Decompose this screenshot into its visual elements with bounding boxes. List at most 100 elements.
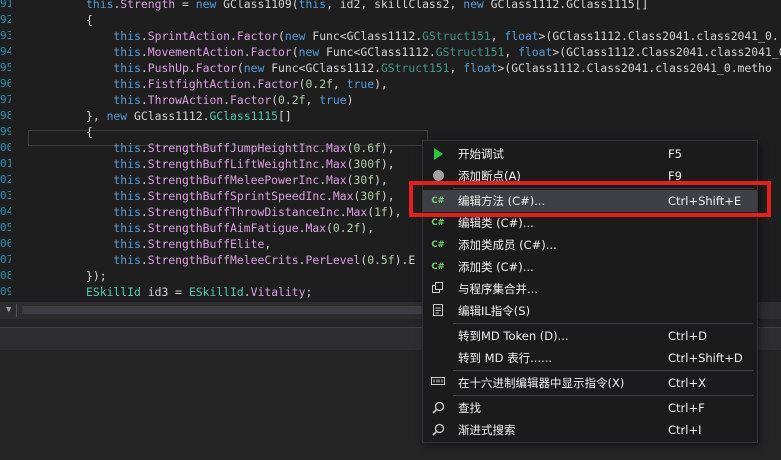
code-line[interactable]: 95 this.PushUp.Factor(new Func<GClass111… [0,60,781,76]
code-text: this.PushUp.Factor(new Func<GClass1112.G… [86,61,772,75]
scrollbar-thumb[interactable] [22,306,422,314]
play-icon [423,143,453,165]
code-text: this.StrengthBuffMeleePowerInc.Max(30f), [86,173,388,187]
code-text: this.Strength = new GClass1109(this, id2… [86,0,649,11]
menu-item-incremental-search[interactable]: 渐进式搜索 Ctrl+I [423,419,757,441]
context-menu: 开始调试 F5 添加断点(A) F9 C# 编辑方法 (C#)... Ctrl+Shift+… [422,140,758,443]
menu-item-label: 编辑IL指令(S) [458,304,531,318]
line-number: 96 [0,77,11,90]
scrollbar-divider [16,304,17,317]
merge-icon [431,282,445,296]
line-number: 98 [0,109,11,122]
code-text: this.SprintAction.Factor(new Func<GClass… [86,29,779,43]
csharp-icon: C# [431,262,445,272]
code-text: this.StrengthBuffThrowDistanceInc.Max(1f… [86,205,402,219]
menu-item-label: 查找 [458,401,481,415]
code-line[interactable]: 99 { [0,124,781,140]
menu-item-label: 与程序集合并... [458,282,538,296]
line-number: 02 [0,173,11,186]
search-icon [431,401,445,415]
code-text: this.StrengthBuffLiftWeightInc.Max(300f)… [86,157,395,171]
code-text: this.MovementAction.Factor(new Func<GCla… [86,45,781,59]
menu-item-edit-il[interactable]: 编辑IL指令(S) [423,300,757,322]
line-number: 07 [0,253,11,266]
menu-separator [453,188,753,189]
code-text: this.FistfightAction.Factor(0.2f, true), [86,77,388,91]
menu-item-find[interactable]: 查找 Ctrl+F [423,397,757,419]
code-line[interactable]: 92 { [0,12,781,28]
code-text: }); [86,269,107,283]
breakpoint-icon [423,165,453,187]
code-line[interactable]: 93 this.SprintAction.Factor(new Func<GCl… [0,28,781,44]
menu-item-label: 转到 MD 表行...... [458,351,553,365]
menu-item-shortcut: Ctrl+Shift+E [668,194,742,208]
menu-item-goto-md-token[interactable]: 转到MD Token (D)... Ctrl+D [423,325,757,347]
hex-icon [431,376,445,390]
menu-item-add-breakpoint[interactable]: 添加断点(A) F9 [423,165,757,187]
menu-item-label: 添加类成员 (C#)... [458,238,557,252]
code-text: this.StrengthBuffMeleeCrits.PerLevel(0.5… [86,253,416,267]
line-number: 04 [0,205,11,218]
menu-item-shortcut: Ctrl+Shift+D [668,351,743,365]
line-number: 06 [0,237,11,250]
menu-item-add-class[interactable]: C# 添加类 (C#)... [423,256,757,278]
il-icon [431,304,445,318]
line-number: 91 [0,0,11,10]
csharp-icon: C# [431,196,445,206]
menu-item-label: 转到MD Token (D)... [458,329,569,343]
menu-item-edit-class[interactable]: C# 编辑类 (C#)... [423,212,757,234]
line-number: 93 [0,29,11,42]
menu-item-edit-method[interactable]: C# 编辑方法 (C#)... Ctrl+Shift+E [423,190,757,212]
zoom-dropdown-icon[interactable]: ▼ [6,305,11,315]
menu-item-label: 添加类 (C#)... [458,260,534,274]
menu-item-shortcut: F9 [668,169,682,183]
line-number: 95 [0,61,11,74]
menu-item-label: 开始调试 [458,147,504,161]
search-icon [431,423,445,437]
csharp-icon: C# [431,240,445,250]
line-number: 94 [0,45,11,58]
menu-item-label: 添加断点(A) [458,169,521,183]
menu-separator [453,323,753,324]
menu-item-merge-assembly[interactable]: 与程序集合并... [423,278,757,300]
csharp-icon: C# [431,218,445,228]
menu-item-shortcut: Ctrl+D [668,329,707,343]
code-text: ESkillId id3 = ESkillId.Vitality; [86,285,313,299]
line-number: 01 [0,157,11,170]
menu-item-label: 编辑类 (C#)... [458,216,534,230]
menu-separator [453,395,753,396]
menu-item-shortcut: F5 [668,147,682,161]
menu-item-label: 编辑方法 (C#)... [458,194,546,208]
line-number: 05 [0,221,11,234]
menu-separator [453,370,753,371]
code-text: this.StrengthBuffElite, [86,237,272,251]
code-text: this.StrengthBuffSprintSpeedInc.Max(30f)… [86,189,395,203]
line-number: 09 [0,285,11,298]
menu-item-shortcut: Ctrl+F [668,401,705,415]
line-number: 08 [0,269,11,282]
menu-item-add-class-member[interactable]: C# 添加类成员 (C#)... [423,234,757,256]
code-text: this.StrengthBuffAimFatigue.Max(0.2f), [86,221,375,235]
code-line[interactable]: 98 }, new GClass1112.GClass1115[] [0,108,781,124]
code-line[interactable]: 94 this.MovementAction.Factor(new Func<G… [0,44,781,60]
line-number: 97 [0,93,11,106]
menu-item-label: 渐进式搜索 [458,423,516,437]
menu-item-label: 在十六进制编辑器中显示指令(X) [458,376,625,390]
code-text: { [86,125,93,139]
menu-item-shortcut: Ctrl+I [668,423,702,437]
code-line[interactable]: 96 this.FistfightAction.Factor(0.2f, tru… [0,76,781,92]
line-number: 99 [0,125,11,138]
code-text: this.ThrowAction.Factor(0.2f, true) [86,93,354,107]
code-text: { [86,13,93,27]
code-line[interactable]: 97 this.ThrowAction.Factor(0.2f, true) [0,92,781,108]
code-text: this.StrengthBuffJumpHeightInc.Max(0.6f)… [86,141,395,155]
menu-item-shortcut: Ctrl+X [668,376,706,390]
menu-item-goto-md-table-row[interactable]: 转到 MD 表行...... Ctrl+Shift+D [423,347,757,369]
menu-item-start-debug[interactable]: 开始调试 F5 [423,143,757,165]
code-line[interactable]: 91 this.Strength = new GClass1109(this, i… [0,0,781,12]
code-text: }, new GClass1112.GClass1115[] [86,109,292,123]
line-number: 00 [0,141,11,154]
menu-item-show-hex[interactable]: 在十六进制编辑器中显示指令(X) Ctrl+X [423,372,757,394]
line-number: 92 [0,13,11,26]
line-number: 03 [0,189,11,202]
